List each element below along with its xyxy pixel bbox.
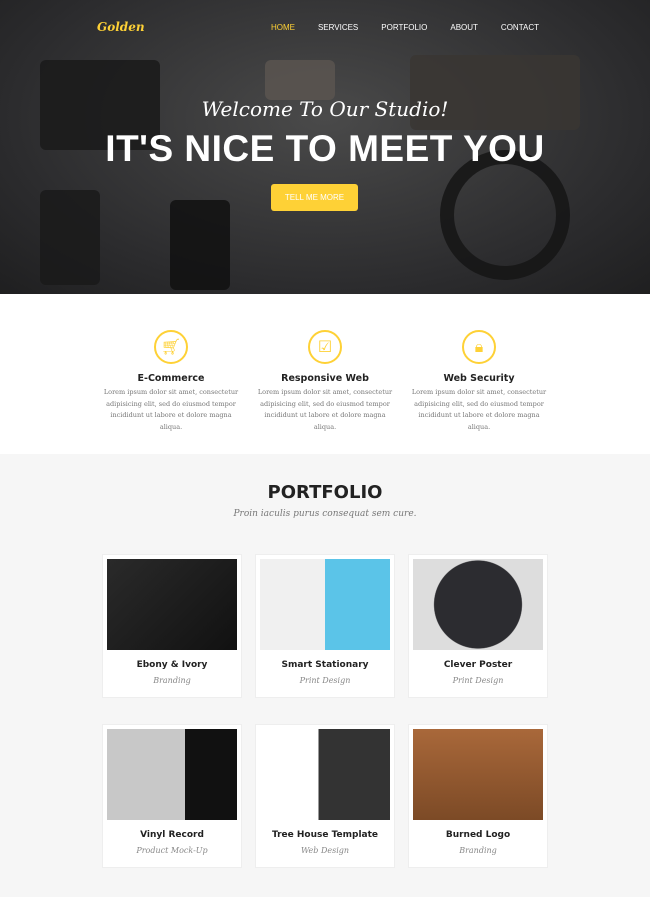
item-title: Ebony & Ivory xyxy=(136,660,208,670)
item-title: Burned Logo xyxy=(445,830,511,840)
portfolio-title: PORTFOLIO xyxy=(267,482,383,503)
portfolio-item[interactable]: Vinyl Record Product Mock-Up xyxy=(102,724,242,868)
portfolio-item[interactable]: Ebony & Ivory Branding xyxy=(102,554,242,698)
item-category: Branding xyxy=(153,676,191,685)
nav-about[interactable]: ABOUT xyxy=(450,23,478,32)
thumbnail xyxy=(260,559,390,650)
service-title: Web Security xyxy=(443,373,515,384)
nav-services[interactable]: SERVICES xyxy=(318,23,358,32)
item-category: Web Design xyxy=(300,846,350,855)
item-category: Branding xyxy=(459,846,497,855)
lock-icon: 🔒︎ xyxy=(462,330,496,364)
tell-me-more-button[interactable]: TELL ME MORE xyxy=(271,184,358,211)
service-text: Lorem ipsum dolor sit amet, consectetur … xyxy=(411,388,547,431)
service-text: Lorem ipsum dolor sit amet, consectetur … xyxy=(103,388,239,431)
portfolio-item[interactable]: Tree House Template Web Design xyxy=(255,724,395,868)
nav-contact[interactable]: CONTACT xyxy=(501,23,539,32)
portfolio-subtitle: Proin iaculis purus consequat sem cure. xyxy=(233,509,417,519)
thumbnail xyxy=(260,729,390,820)
thumbnail xyxy=(107,729,237,820)
thumbnail xyxy=(107,559,237,650)
portfolio-item[interactable]: Clever Poster Print Design xyxy=(408,554,548,698)
nav-home[interactable]: HOME xyxy=(271,23,295,32)
item-title: Smart Stationary xyxy=(281,660,369,670)
item-title: Tree House Template xyxy=(271,830,379,840)
item-title: Clever Poster xyxy=(443,660,513,670)
service-title: E-Commerce xyxy=(137,373,205,384)
item-category: Print Design xyxy=(299,676,351,685)
hero-title: IT'S NICE TO MEET YOU xyxy=(105,128,545,169)
laptop-check-icon: ☑ xyxy=(308,330,342,364)
service-responsive: ☑ Responsive Web Lorem ipsum dolor sit a… xyxy=(255,330,395,454)
logo[interactable]: Golden xyxy=(97,20,145,34)
service-text: Lorem ipsum dolor sit amet, consectetur … xyxy=(257,388,393,431)
thumbnail xyxy=(413,559,543,650)
portfolio-item[interactable]: Burned Logo Branding xyxy=(408,724,548,868)
service-title: Responsive Web xyxy=(281,373,369,384)
hero-subtitle: Welcome To Our Studio! xyxy=(201,97,449,121)
basket-icon: 🛒︎ xyxy=(154,330,188,364)
service-security: 🔒︎ Web Security Lorem ipsum dolor sit am… xyxy=(409,330,549,454)
service-ecommerce: 🛒︎ E-Commerce Lorem ipsum dolor sit amet… xyxy=(101,330,241,454)
navbar: Golden HOME SERVICES PORTFOLIO ABOUT CON… xyxy=(0,0,650,55)
portfolio-section: PORTFOLIO Proin iaculis purus consequat … xyxy=(0,482,650,868)
services-section: 🛒︎ E-Commerce Lorem ipsum dolor sit amet… xyxy=(0,294,650,454)
portfolio-item[interactable]: Smart Stationary Print Design xyxy=(255,554,395,698)
hero: Golden HOME SERVICES PORTFOLIO ABOUT CON… xyxy=(0,0,650,294)
item-category: Product Mock-Up xyxy=(136,846,208,855)
thumbnail xyxy=(413,729,543,820)
item-category: Print Design xyxy=(452,676,504,685)
nav-portfolio[interactable]: PORTFOLIO xyxy=(381,23,427,32)
item-title: Vinyl Record xyxy=(140,830,204,840)
